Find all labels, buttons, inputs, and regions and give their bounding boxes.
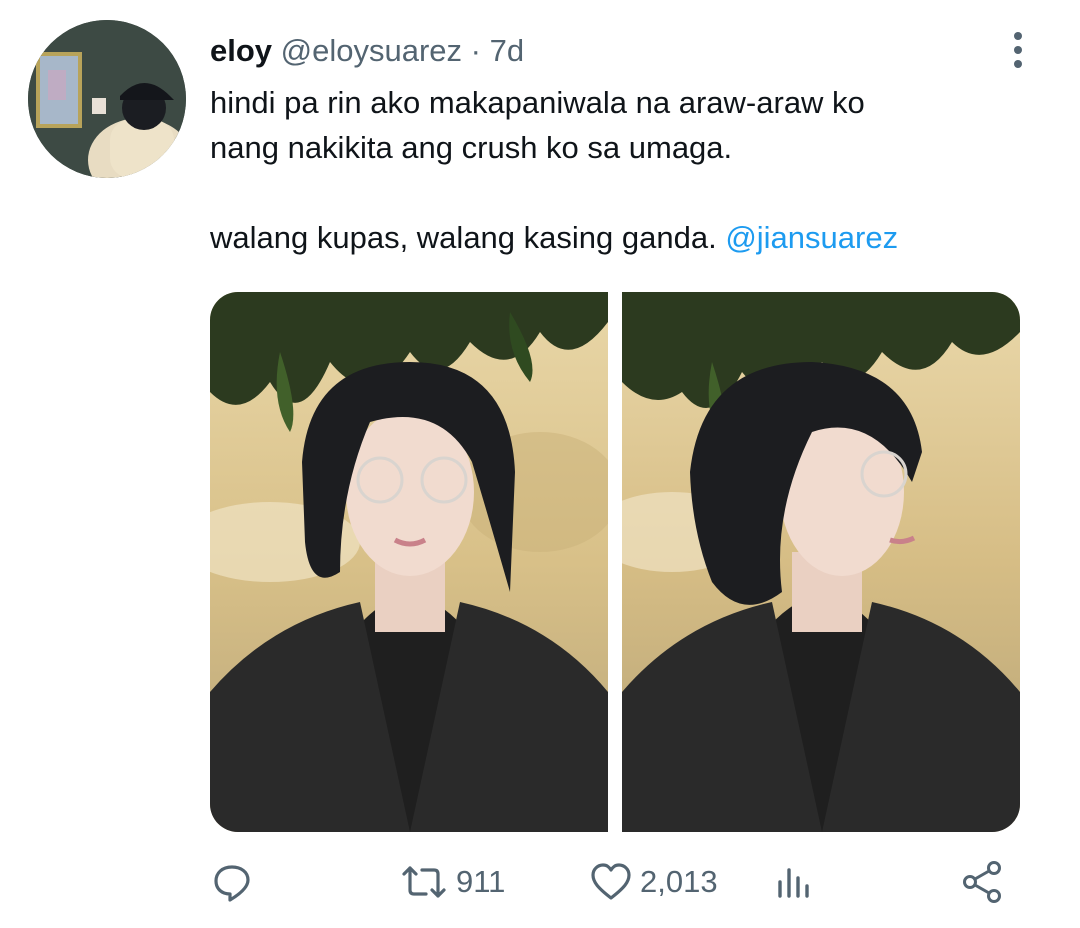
heart-icon [591, 863, 631, 900]
tweet-header: eloy @eloysuarez · 7d [210, 30, 524, 72]
retweet-button[interactable]: 911 [398, 852, 505, 912]
display-name[interactable]: eloy [210, 33, 272, 68]
analytics-button[interactable] [772, 852, 818, 912]
reply-icon [214, 865, 250, 902]
tweet-action-bar: 911 2,013 [210, 852, 1030, 912]
share-icon [963, 861, 1001, 903]
tweet-photo-1[interactable] [210, 292, 608, 832]
retweet-icon [402, 866, 446, 898]
tweet-text-line: nang nakikita ang crush ko sa umaga. [210, 130, 733, 165]
like-count: 2,013 [640, 864, 718, 899]
share-button[interactable] [958, 852, 1006, 912]
tweet-text: hindi pa rin ako makapaniwala na araw-ar… [210, 80, 1050, 260]
timestamp[interactable]: 7d [490, 33, 524, 68]
tweet-text-line: walang kupas, walang kasing ganda. @jian… [210, 215, 1050, 260]
mention-link[interactable]: @jiansuarez [725, 220, 898, 255]
tweet-media [210, 292, 1020, 832]
more-options-icon[interactable] [1000, 28, 1036, 72]
analytics-icon [778, 868, 809, 898]
separator: · [470, 33, 481, 68]
tweet-photo-2[interactable] [622, 292, 1020, 832]
reply-button[interactable] [210, 852, 254, 912]
photo-image [210, 292, 608, 832]
avatar-image [28, 20, 186, 178]
tweet-text-line: hindi pa rin ako makapaniwala na araw-ar… [210, 85, 865, 120]
retweet-count: 911 [456, 864, 506, 899]
photo-image [622, 292, 1020, 832]
tweet-text-segment: walang kupas, walang kasing ganda. [210, 220, 717, 255]
avatar[interactable] [28, 20, 186, 178]
like-button[interactable]: 2,013 [588, 852, 718, 912]
user-handle[interactable]: @eloysuarez [281, 33, 462, 68]
